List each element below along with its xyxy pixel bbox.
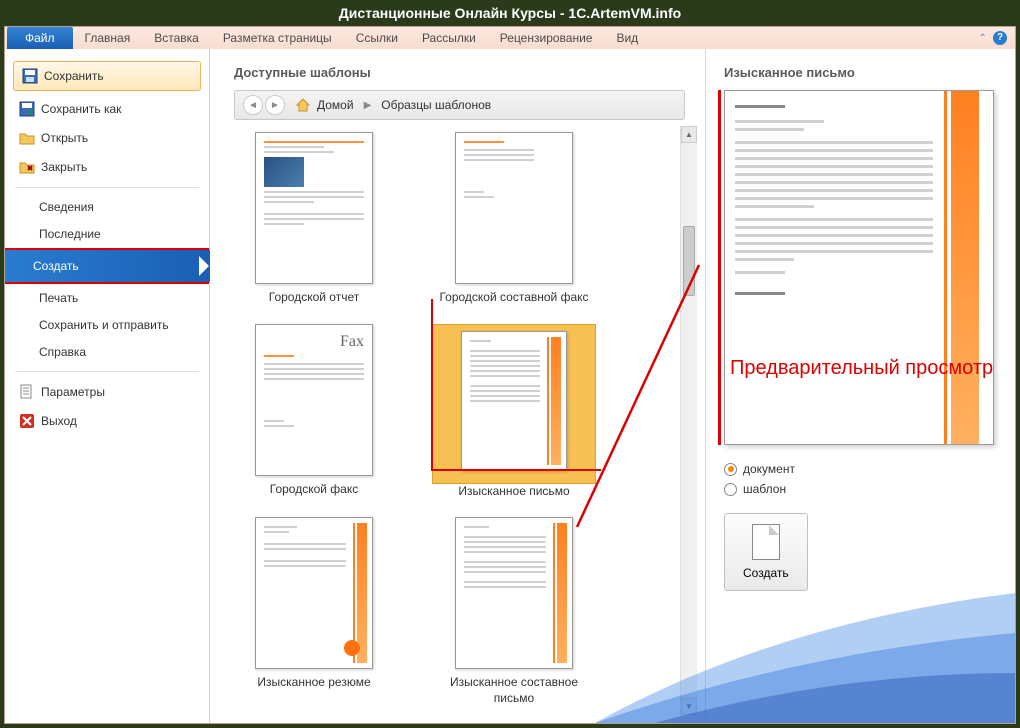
sidebar-info[interactable]: Сведения <box>11 194 203 220</box>
tab-references[interactable]: Ссылки <box>344 27 410 49</box>
template-label: Изысканное составное письмо <box>434 675 594 706</box>
sidebar-open[interactable]: Открыть <box>11 124 203 152</box>
template-label: Городской факс <box>234 482 394 498</box>
nav-back-button[interactable]: ◄ <box>243 95 263 115</box>
template-city-compound-fax[interactable]: Городской составной факс <box>434 132 594 306</box>
annotation-box-preview <box>718 90 722 445</box>
backstage-main: Доступные шаблоны ◄ ► Домой ▶ Образцы ша… <box>210 49 1015 723</box>
radio-template[interactable]: шаблон <box>724 479 997 499</box>
sidebar-saveas[interactable]: Сохранить как <box>11 95 203 123</box>
close-folder-icon <box>19 159 35 175</box>
backstage-sidebar: Сохранить Сохранить как Открыть Закрыть … <box>5 49 210 723</box>
radio-document-label: документ <box>743 462 795 476</box>
sidebar-saveas-label: Сохранить как <box>41 102 121 116</box>
tab-file[interactable]: Файл <box>7 27 73 49</box>
fax-thumb-word: Fax <box>264 333 364 351</box>
breadcrumb-home[interactable]: Домой <box>295 97 354 113</box>
ribbon-tabs: Файл Главная Вставка Разметка страницы С… <box>5 27 1015 49</box>
open-icon <box>19 130 35 146</box>
save-icon <box>22 68 38 84</box>
breadcrumb-samples[interactable]: Образцы шаблонов <box>381 98 491 112</box>
templates-panel: Доступные шаблоны ◄ ► Домой ▶ Образцы ша… <box>210 49 705 723</box>
exit-icon <box>19 413 35 429</box>
sidebar-open-label: Открыть <box>41 131 88 145</box>
tab-mailings[interactable]: Рассылки <box>410 27 488 49</box>
tab-layout[interactable]: Разметка страницы <box>211 27 344 49</box>
templates-scrollbar[interactable]: ▲ ▼ <box>680 126 697 715</box>
chevron-right-icon: ▶ <box>364 100 372 111</box>
templates-heading: Доступные шаблоны <box>234 65 697 80</box>
radio-icon <box>724 483 737 496</box>
nav-forward-button[interactable]: ► <box>265 95 285 115</box>
scroll-down-icon[interactable]: ▼ <box>681 698 697 715</box>
radio-document[interactable]: документ <box>724 459 997 479</box>
sidebar-save[interactable]: Сохранить <box>13 61 201 91</box>
annotation-preview-label: Предварительный просмотр <box>730 356 993 380</box>
sidebar-help[interactable]: Справка <box>11 339 203 365</box>
sidebar-recent[interactable]: Последние <box>11 221 203 247</box>
tab-home[interactable]: Главная <box>73 27 143 49</box>
radio-icon <box>724 463 737 476</box>
create-button-label: Создать <box>743 566 789 580</box>
preview-panel: Изысканное письмо <box>705 49 1015 723</box>
breadcrumb-home-label: Домой <box>317 98 354 112</box>
minimize-ribbon-icon[interactable]: ⌃ <box>979 33 987 44</box>
home-icon <box>295 97 311 113</box>
app-window: Файл Главная Вставка Разметка страницы С… <box>4 26 1016 724</box>
scroll-thumb[interactable] <box>683 226 695 296</box>
template-label: Изысканное резюме <box>234 675 394 691</box>
sidebar-options[interactable]: Параметры <box>11 378 203 406</box>
tab-insert[interactable]: Вставка <box>142 27 211 49</box>
window-titlebar: Дистанционные Онлайн Курсы - 1C.ArtemVM.… <box>0 0 1020 26</box>
document-icon <box>752 524 780 560</box>
scroll-up-icon[interactable]: ▲ <box>681 126 697 143</box>
sidebar-exit-label: Выход <box>41 414 77 428</box>
templates-breadcrumb: ◄ ► Домой ▶ Образцы шаблонов <box>234 90 685 120</box>
template-city-report[interactable]: Городской отчет <box>234 132 394 306</box>
templates-list: Городской отчет Городской составной факс <box>234 126 697 715</box>
sidebar-savesend[interactable]: Сохранить и отправить <box>11 312 203 338</box>
sidebar-print[interactable]: Печать <box>11 285 203 311</box>
options-icon <box>19 384 35 400</box>
template-elegant-compound-letter[interactable]: Изысканное составное письмо <box>434 517 594 706</box>
preview-document <box>724 90 994 445</box>
tab-view[interactable]: Вид <box>604 27 650 49</box>
template-elegant-resume[interactable]: Изысканное резюме <box>234 517 394 706</box>
sidebar-save-label: Сохранить <box>44 69 104 83</box>
template-label: Изысканное письмо <box>434 484 594 500</box>
sidebar-options-label: Параметры <box>41 385 105 399</box>
sidebar-close[interactable]: Закрыть <box>11 153 203 181</box>
help-icon[interactable]: ? <box>993 31 1007 45</box>
backstage-view: Сохранить Сохранить как Открыть Закрыть … <box>5 49 1015 723</box>
template-city-fax[interactable]: Fax Городской факс <box>234 324 394 500</box>
sidebar-new[interactable]: Создать <box>5 250 209 282</box>
saveas-icon <box>19 101 35 117</box>
template-label: Городской отчет <box>234 290 394 306</box>
sidebar-exit[interactable]: Выход <box>11 407 203 435</box>
tab-review[interactable]: Рецензирование <box>488 27 605 49</box>
radio-template-label: шаблон <box>743 482 786 496</box>
sidebar-close-label: Закрыть <box>41 160 87 174</box>
create-button[interactable]: Создать <box>724 513 808 591</box>
preview-heading: Изысканное письмо <box>724 65 997 80</box>
create-type-radios: документ шаблон <box>724 459 997 499</box>
annotation-box-template <box>431 299 601 471</box>
